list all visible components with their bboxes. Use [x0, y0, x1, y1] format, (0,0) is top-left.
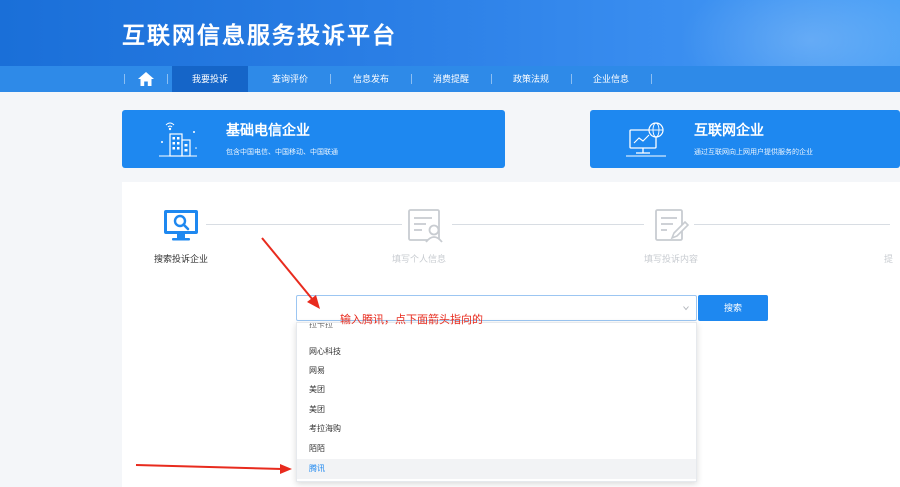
step-label-submit: 提 — [884, 254, 894, 264]
card-title: 基础电信企业 — [226, 122, 310, 138]
card-desc: 包含中国电信、中国移动、中国联通 — [226, 149, 338, 156]
nav-separator — [651, 74, 652, 84]
profile-card-icon — [408, 209, 443, 243]
list-item[interactable]: 考拉海购 — [297, 419, 696, 439]
nav-item-company[interactable]: 企业信息 — [573, 66, 649, 92]
nav-separator — [124, 74, 125, 84]
search-button[interactable]: 搜索 — [698, 295, 768, 321]
list-item[interactable]: 陌陌 — [297, 439, 696, 459]
edit-document-icon — [655, 209, 690, 241]
card-internet-enterprise[interactable]: 互联网企业 通过互联网向上网用户提供服务的企业 — [590, 110, 900, 168]
nav-separator — [411, 74, 412, 84]
step-label-personal-info: 填写个人信息 — [391, 254, 446, 264]
step-connector — [206, 224, 402, 225]
site-header: 互联网信息服务投诉平台 — [0, 0, 900, 66]
step-connector — [694, 224, 890, 225]
list-item-tencent[interactable]: 腾讯 — [297, 459, 696, 479]
monitor-search-icon — [164, 210, 198, 241]
nav-separator — [571, 74, 572, 84]
list-item[interactable]: 网易 — [297, 361, 696, 381]
step-connector — [452, 224, 644, 225]
card-desc: 通过互联网向上网用户提供服务的企业 — [694, 149, 813, 156]
computer-globe-icon — [626, 122, 666, 157]
card-title: 互联网企业 — [694, 122, 764, 138]
nav-item-publish[interactable]: 信息发布 — [333, 66, 409, 92]
main-nav: 我要投诉 查询评价 信息发布 消费提醒 政策法规 企业信息 — [0, 66, 900, 92]
nav-item-complaint[interactable]: 我要投诉 — [172, 66, 248, 92]
company-suggestion-list: 拉卡拉 网心科技 网易 美团 美团 考拉海购 陌陌 腾讯 — [296, 322, 697, 482]
building-signal-icon — [159, 122, 197, 157]
nav-item-query[interactable]: 查询评价 — [252, 66, 328, 92]
chevron-down-icon[interactable] — [683, 305, 689, 311]
nav-separator — [330, 74, 331, 84]
home-icon[interactable] — [138, 72, 154, 86]
card-telecom-enterprise[interactable]: 基础电信企业 包含中国电信、中国移动、中国联通 — [122, 110, 505, 168]
nav-item-reminder[interactable]: 消费提醒 — [413, 66, 489, 92]
nav-separator — [491, 74, 492, 84]
list-item[interactable]: 美团 — [297, 400, 696, 420]
nav-item-policy[interactable]: 政策法规 — [493, 66, 569, 92]
step-label-search: 搜索投诉企业 — [153, 254, 208, 264]
nav-separator — [167, 74, 168, 84]
step-label-complaint-content: 填写投诉内容 — [643, 254, 698, 264]
list-item[interactable]: 美团 — [297, 380, 696, 400]
site-title: 互联网信息服务投诉平台 — [122, 22, 397, 48]
annotation-text: 输入腾讯，点下面箭头指向的 — [340, 314, 483, 326]
list-item[interactable]: 网心科技 — [297, 342, 696, 362]
